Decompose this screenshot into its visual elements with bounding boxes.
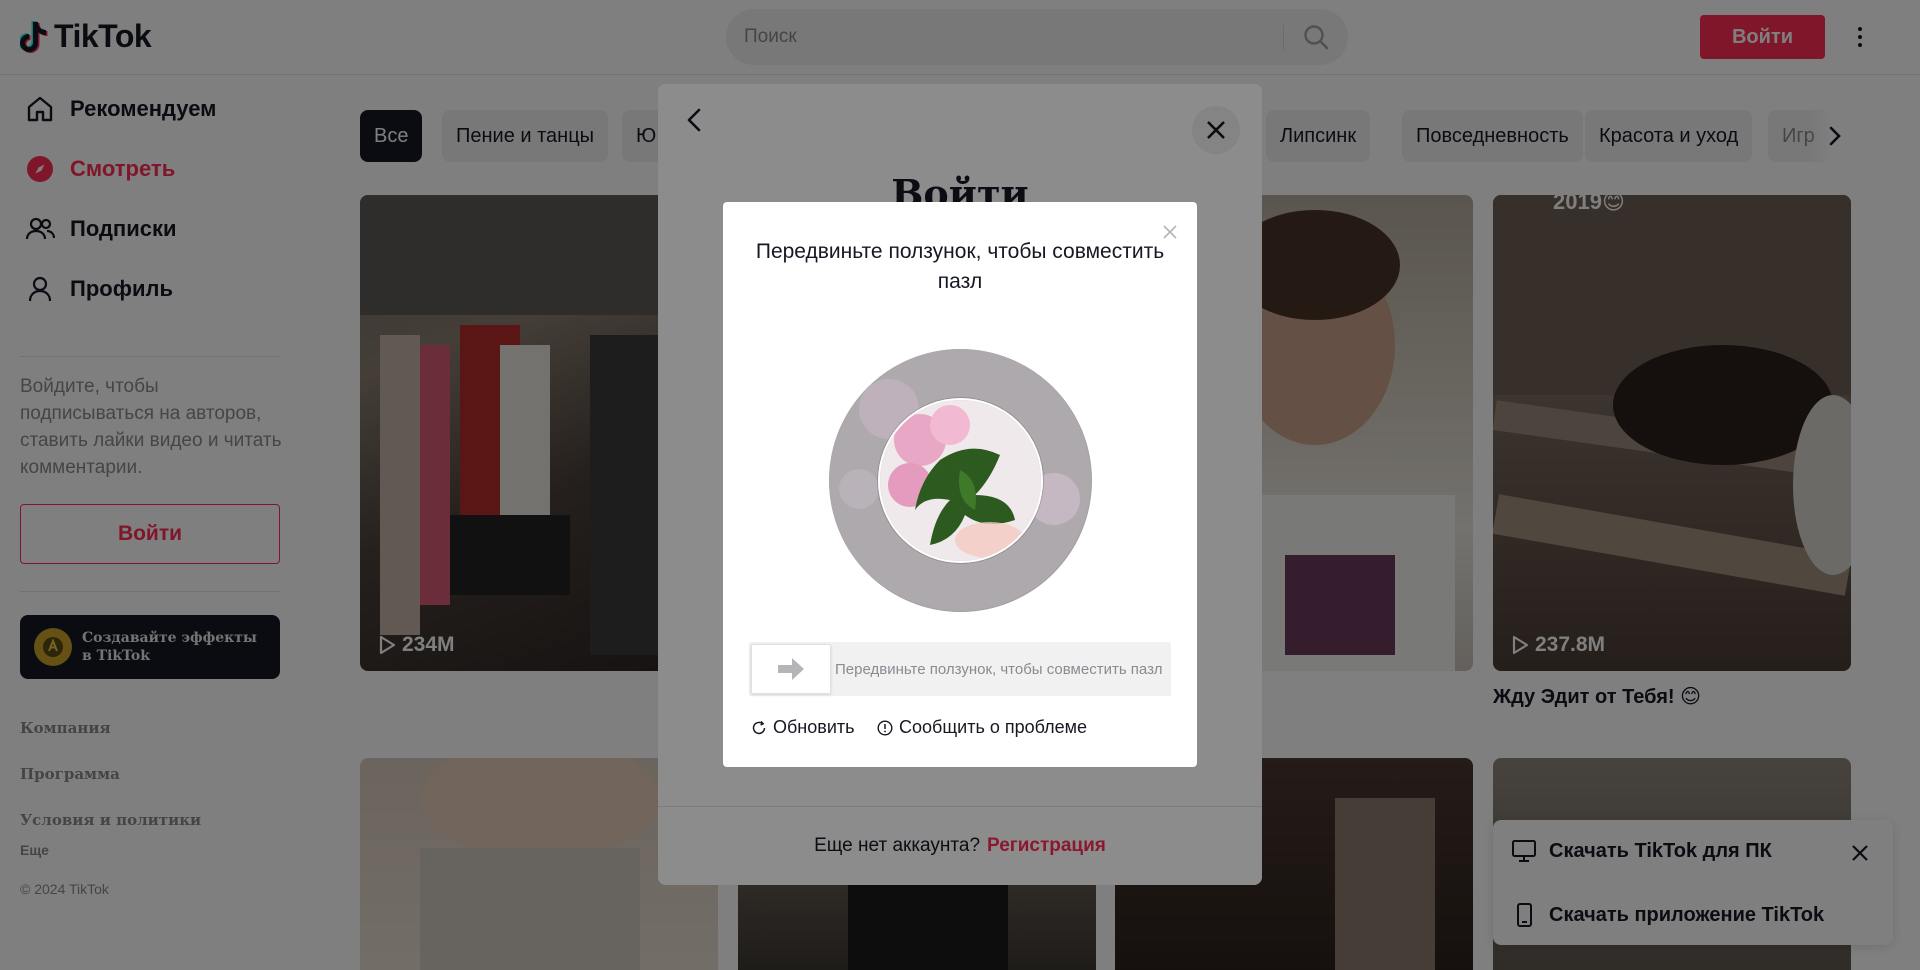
captcha-slider-handle[interactable] bbox=[751, 644, 831, 694]
captcha-dialog: Передвиньте ползунок, чтобы совместить п… bbox=[723, 202, 1197, 767]
captcha-slider-hint: Передвиньте ползунок, чтобы совместить п… bbox=[835, 660, 1163, 678]
arrow-right-icon bbox=[778, 658, 804, 680]
captcha-title: Передвиньте ползунок, чтобы совместить п… bbox=[755, 240, 1165, 293]
refresh-icon bbox=[752, 720, 766, 734]
captcha-refresh-label: Обновить bbox=[773, 717, 855, 737]
captcha-refresh-button[interactable]: Обновить bbox=[751, 717, 855, 738]
captcha-slider-track: Передвиньте ползунок, чтобы совместить п… bbox=[749, 642, 1171, 696]
captcha-inner-image bbox=[880, 400, 1041, 561]
captcha-report-button[interactable]: Сообщить о проблеме bbox=[877, 717, 1087, 738]
captcha-report-label: Сообщить о проблеме bbox=[899, 717, 1087, 737]
info-icon bbox=[877, 719, 893, 736]
captcha-puzzle-piece bbox=[878, 398, 1043, 563]
